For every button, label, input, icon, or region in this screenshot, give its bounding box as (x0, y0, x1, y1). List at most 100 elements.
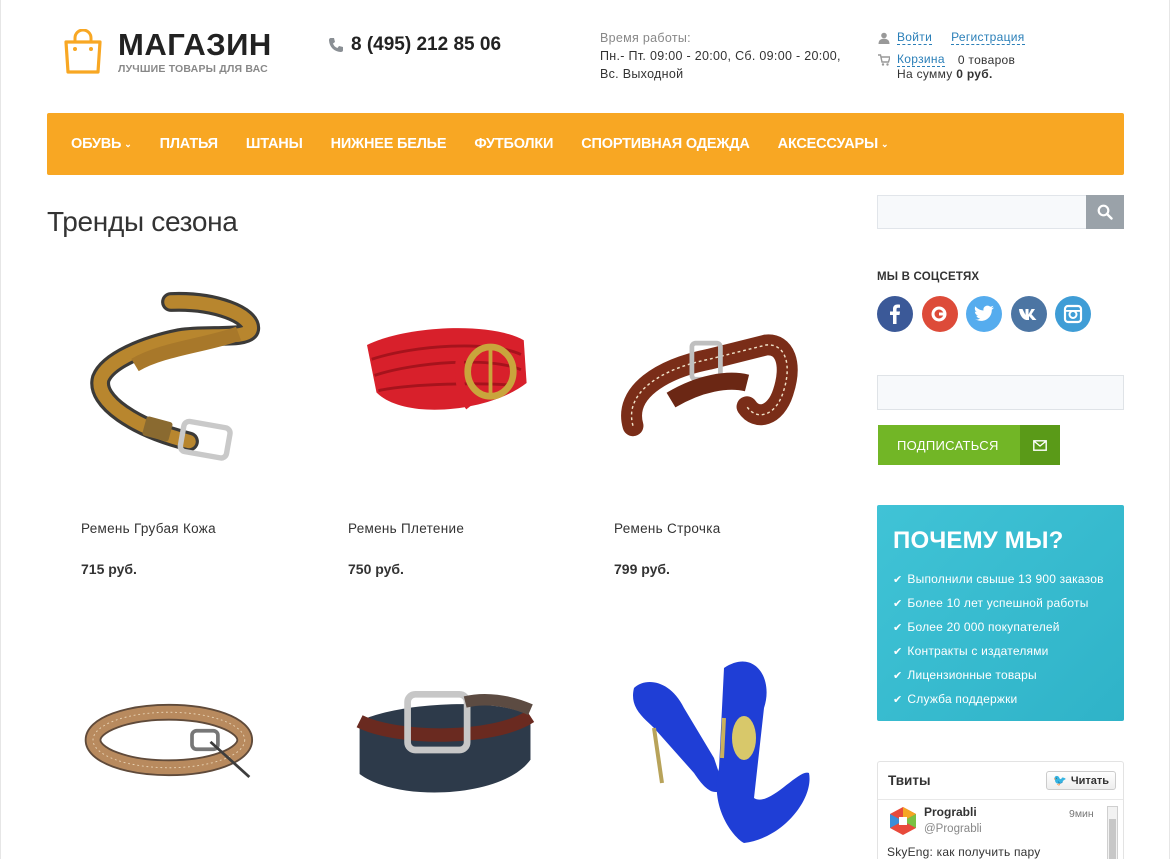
nav-item-tshirts[interactable]: ФУТБОЛКИ (474, 136, 553, 152)
product-image-belt-braided[interactable] (348, 288, 538, 478)
tweet-handle[interactable]: @Prograbli (924, 823, 982, 835)
why-us-text: Более 10 лет успешной работы (907, 596, 1089, 610)
phone-number[interactable]: 8 (495) 212 85 06 (328, 34, 501, 56)
search-button[interactable] (1086, 195, 1124, 229)
nav-label: ОБУВЬ (71, 136, 122, 152)
why-us-item: ✔ Лицензионные товары (893, 663, 1124, 687)
product-card[interactable]: Ремень Грубая Кожа 715 руб. (81, 288, 301, 577)
twitter-bird-icon: 🐦 (1053, 775, 1067, 787)
search-bar (877, 195, 1124, 229)
nav-item-underwear[interactable]: НИЖНЕЕ БЕЛЬЕ (331, 136, 447, 152)
cart-sum-label: На сумму (897, 67, 953, 81)
phone-text: 8 (495) 212 85 06 (351, 34, 502, 55)
register-link[interactable]: Регистрация (951, 31, 1025, 45)
account-panel: Войти Регистрация Корзина 0 товаров На с… (878, 29, 1044, 81)
nav-item-accessories[interactable]: АКСЕССУАРЫ ⌄ (778, 136, 889, 152)
avatar[interactable] (887, 805, 919, 837)
scrollbar-thumb[interactable] (1109, 819, 1116, 859)
product-name[interactable]: Ремень Грубая Кожа (81, 521, 216, 536)
product-name[interactable]: Ремень Плетение (348, 521, 464, 536)
tweet-text: SkyEng: как получить пару (887, 845, 1041, 859)
product-image-belt-stitched[interactable] (614, 288, 804, 478)
tweets-title: Твиты (888, 773, 931, 788)
why-us-text: Контракты с издателями (907, 644, 1049, 658)
facebook-icon[interactable] (877, 296, 913, 332)
twitter-widget: Твиты 🐦 Читать Prograbli @Prograbli 9мин … (877, 761, 1124, 859)
tweet: Prograbli @Prograbli 9мин SkyEng: как по… (878, 800, 1123, 859)
product-card[interactable] (81, 680, 301, 800)
nav-label: ШТАНЫ (245, 136, 303, 152)
product-price: 799 руб. (614, 561, 670, 577)
why-us-title: ПОЧЕМУ МЫ? (893, 527, 1064, 554)
logo-name: МАГАЗИН (118, 27, 272, 62)
tweet-user[interactable]: Prograbli (924, 805, 977, 819)
check-icon: ✔ (893, 621, 903, 634)
envelope-icon (1020, 425, 1060, 465)
cart-link[interactable]: Корзина (897, 53, 945, 67)
nav-item-sportswear[interactable]: СПОРТИВНАЯ ОДЕЖДА (581, 136, 750, 152)
product-card[interactable]: Ремень Плетение 750 руб. (348, 288, 568, 577)
nav-item-shoes[interactable]: ОБУВЬ ⌄ (71, 136, 132, 152)
search-input[interactable] (877, 195, 1086, 229)
subscribe-button[interactable]: ПОДПИСАТЬСЯ (878, 425, 1060, 465)
tweets-scrollbar[interactable] (1107, 806, 1118, 859)
search-icon (1097, 204, 1113, 220)
product-card[interactable]: Ремень Строчка 799 руб. (614, 288, 834, 577)
why-us-item: ✔ Более 10 лет успешной работы (893, 591, 1124, 615)
site-logo[interactable]: МАГАЗИН ЛУЧШИЕ ТОВАРЫ ДЛЯ ВАС (62, 28, 272, 75)
nav-item-dresses[interactable]: ПЛАТЬЯ (160, 136, 218, 152)
why-us-item: ✔ Служба поддержки (893, 687, 1124, 711)
cart-count: 0 товаров (957, 53, 1016, 67)
nav-label: НИЖНЕЕ БЕЛЬЕ (330, 136, 447, 152)
login-link[interactable]: Войти (897, 31, 933, 45)
shopping-bag-icon (64, 28, 102, 74)
why-us-item: ✔ Выполнили свыше 13 900 заказов (893, 567, 1124, 591)
nav-label: СПОРТИВНАЯ ОДЕЖДА (581, 136, 750, 152)
product-card[interactable] (614, 648, 834, 848)
working-hours: Время работы: Пн.- Пт. 09:00 - 20:00, Сб… (600, 29, 841, 83)
follow-button[interactable]: 🐦 Читать (1046, 771, 1116, 790)
why-us-item: ✔ Контракты с издателями (893, 639, 1124, 663)
product-image-belt-rough-leather[interactable] (81, 288, 261, 478)
product-price: 715 руб. (81, 561, 137, 577)
page-title: Тренды сезона (47, 206, 238, 237)
twitter-icon[interactable] (966, 296, 1002, 332)
nav-label: АКСЕССУАРЫ (777, 136, 878, 152)
chevron-down-icon: ⌄ (124, 138, 132, 149)
tweet-time[interactable]: 9мин (1069, 808, 1094, 820)
google-plus-icon[interactable] (921, 296, 958, 332)
nav-label: ПЛАТЬЯ (159, 136, 218, 152)
phone-icon (329, 38, 343, 52)
product-image-belt-dark[interactable] (350, 680, 542, 820)
check-icon: ✔ (893, 693, 903, 706)
subscribe-email-input[interactable] (877, 375, 1124, 410)
why-us-text: Лицензионные товары (907, 668, 1037, 682)
cart-sum: На сумму 0 руб. (897, 67, 1044, 81)
check-icon: ✔ (893, 597, 903, 610)
check-icon: ✔ (893, 573, 903, 586)
product-price: 750 руб. (348, 561, 404, 577)
logo-tagline: ЛУЧШИЕ ТОВАРЫ ДЛЯ ВАС (118, 63, 268, 75)
check-icon: ✔ (893, 669, 903, 682)
social-links (877, 296, 1100, 332)
main-nav: ОБУВЬ ⌄ ПЛАТЬЯ ШТАНЫ НИЖНЕЕ БЕЛЬЕ ФУТБОЛК… (47, 113, 1124, 175)
nav-item-pants[interactable]: ШТАНЫ (246, 136, 303, 152)
why-us-block: ПОЧЕМУ МЫ? ✔ Выполнили свыше 13 900 заказ… (877, 505, 1124, 721)
product-name[interactable]: Ремень Строчка (614, 521, 721, 536)
hours-line: Вс. Выходной (600, 67, 684, 81)
user-icon (878, 32, 890, 44)
product-image-shoes-blue[interactable] (614, 648, 814, 848)
cart-icon (878, 54, 890, 66)
nav-label: ФУТБОЛКИ (474, 136, 554, 152)
product-card[interactable] (350, 680, 570, 820)
subscribe-label: ПОДПИСАТЬСЯ (897, 437, 999, 453)
hours-line: Пн.- Пт. 09:00 - 20:00, Сб. 09:00 - 20:0… (600, 49, 841, 63)
instagram-icon[interactable] (1055, 296, 1091, 332)
why-us-item: ✔ Более 20 000 покупателей (893, 615, 1124, 639)
vk-icon[interactable] (1010, 296, 1047, 332)
why-us-text: Более 20 000 покупателей (907, 620, 1060, 634)
why-us-text: Выполнили свыше 13 900 заказов (907, 572, 1104, 586)
hours-label: Время работы: (600, 31, 691, 45)
follow-label: Читать (1070, 774, 1109, 787)
product-image-belt-tan[interactable] (81, 680, 266, 800)
